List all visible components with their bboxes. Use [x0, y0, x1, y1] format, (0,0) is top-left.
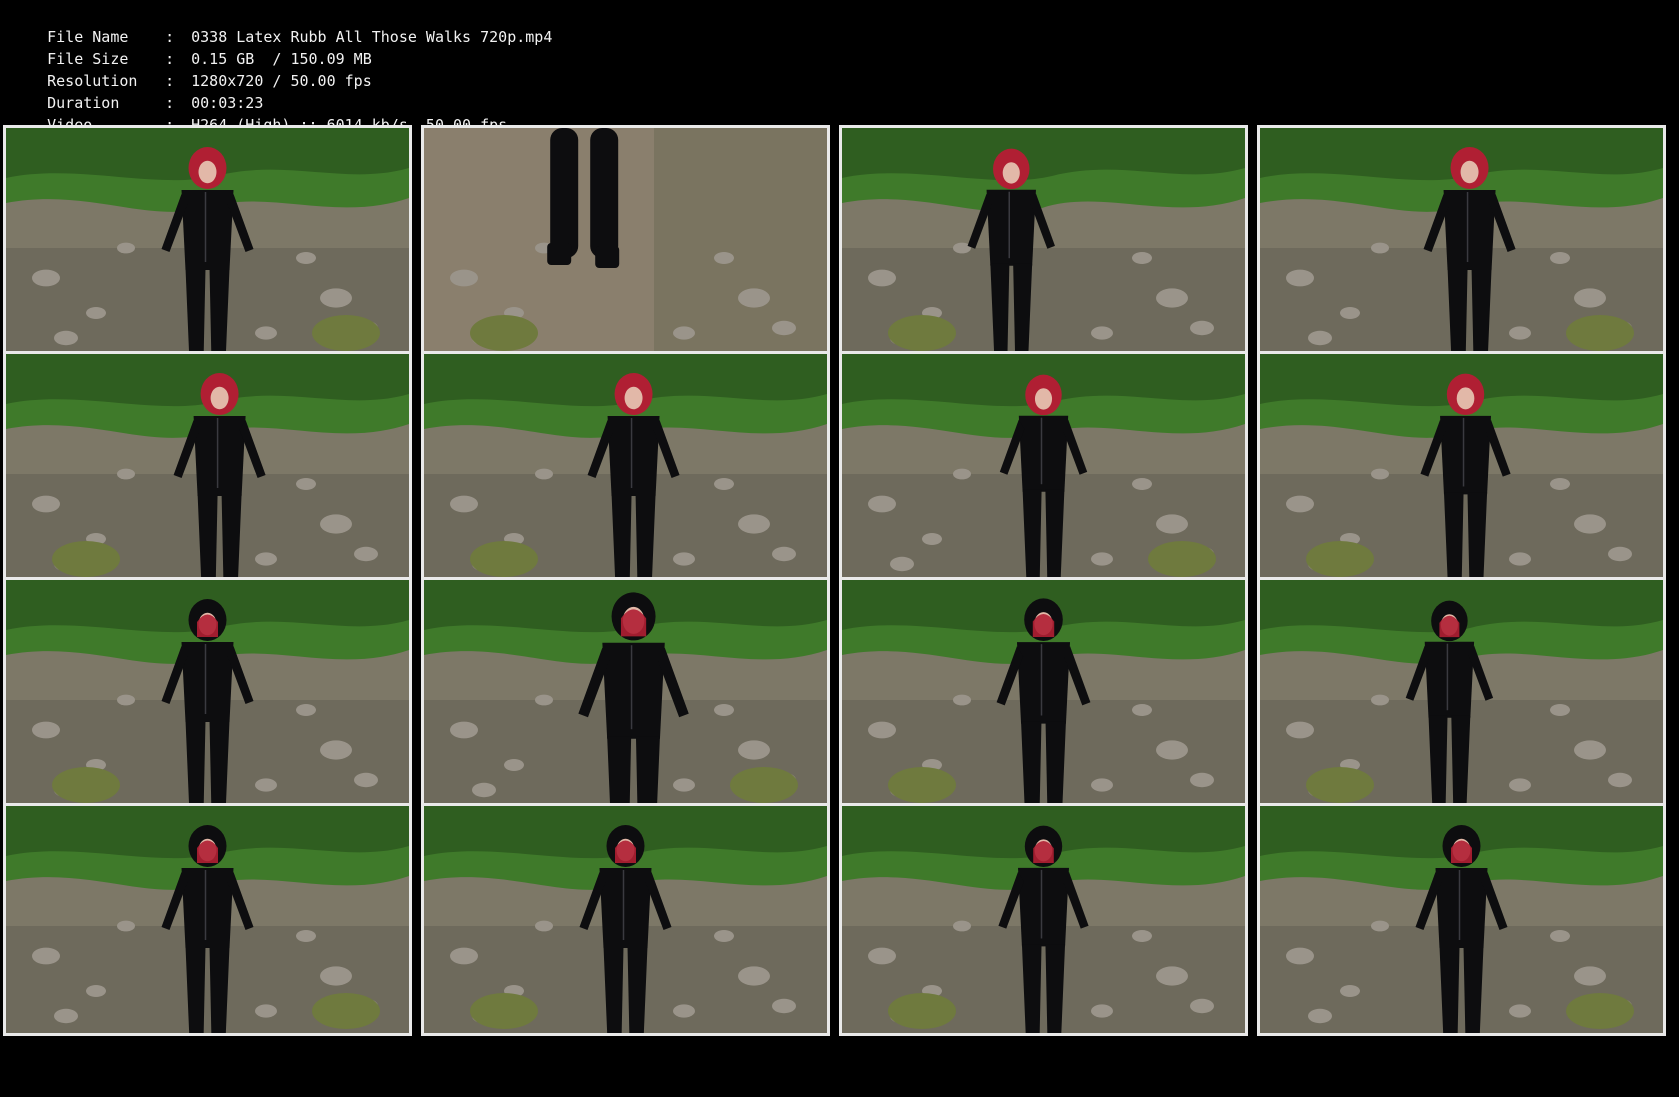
video-thumbnail[interactable]: [1257, 577, 1666, 810]
thumbnail-scene: [6, 354, 409, 581]
video-thumbnail[interactable]: [839, 577, 1248, 810]
video-thumbnail[interactable]: [1257, 351, 1666, 584]
video-thumbnail[interactable]: [3, 803, 412, 1036]
thumbnail-scene: [842, 580, 1245, 807]
video-thumbnail[interactable]: [839, 803, 1248, 1036]
video-thumbnail[interactable]: [421, 803, 830, 1036]
resolution-row: Resolution:1280x720 / 50.00 fps: [11, 48, 372, 90]
thumbnail-scene: [424, 128, 827, 355]
video-thumbnail[interactable]: [3, 125, 412, 358]
thumbnail-scene: [1260, 580, 1663, 807]
video-thumbnail[interactable]: [421, 577, 830, 810]
thumbnail-scene: [424, 354, 827, 581]
video-thumbnail[interactable]: [421, 125, 830, 358]
video-thumbnail[interactable]: [421, 351, 830, 584]
video-thumbnail[interactable]: [3, 351, 412, 584]
thumbnail-scene: [6, 128, 409, 355]
file-name-row: File Name:0338 Latex Rubb All Those Walk…: [11, 4, 552, 46]
thumbnail-scene: [6, 580, 409, 807]
video-thumbnail[interactable]: [1257, 803, 1666, 1036]
file-size-row: File Size:0.15 GB / 150.09 MB: [11, 26, 372, 68]
video-thumbnail[interactable]: [1257, 125, 1666, 358]
thumbnail-scene: [1260, 806, 1663, 1033]
video-thumbnail[interactable]: [839, 125, 1248, 358]
thumbnail-scene: [424, 806, 827, 1033]
video-row: Video:H264 (High) :: 6014 kb/s, 50.00 fp…: [11, 92, 507, 134]
video-thumbnail[interactable]: [839, 351, 1248, 584]
thumbnail-scene: [842, 354, 1245, 581]
thumbnail-scene: [1260, 128, 1663, 355]
thumbnail-scene: [1260, 354, 1663, 581]
thumbnail-scene: [842, 806, 1245, 1033]
file-info-header: File Name:0338 Latex Rubb All Those Walk…: [0, 0, 1679, 134]
thumbnail-grid: [3, 125, 1676, 1094]
thumbnail-scene: [6, 806, 409, 1033]
thumbnail-scene: [842, 128, 1245, 355]
duration-row: Duration:00:03:23: [11, 70, 263, 112]
video-thumbnail[interactable]: [3, 577, 412, 810]
thumbnail-scene: [424, 580, 827, 807]
